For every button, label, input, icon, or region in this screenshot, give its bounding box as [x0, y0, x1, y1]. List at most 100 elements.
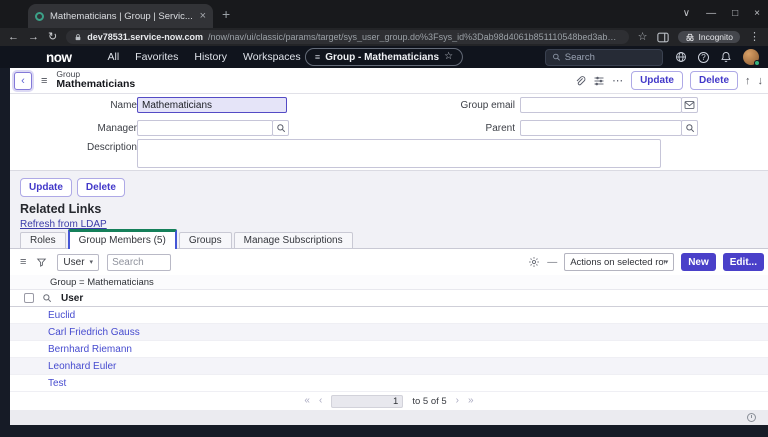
tab-manage-subscriptions[interactable]: Manage Subscriptions: [233, 232, 353, 249]
context-pill[interactable]: ≡ Group - Mathematicians ☆: [304, 48, 464, 66]
delete-button-bottom[interactable]: Delete: [76, 178, 125, 197]
window-maximize-icon[interactable]: □: [732, 9, 738, 19]
user-link[interactable]: Leonhard Euler: [48, 361, 116, 372]
pill-star-icon[interactable]: ☆: [444, 52, 453, 62]
global-search-input[interactable]: [564, 51, 656, 63]
side-panel-icon[interactable]: [656, 32, 669, 43]
nav-favorites[interactable]: Favorites: [135, 51, 178, 63]
new-button[interactable]: New: [681, 253, 716, 271]
browser-tab[interactable]: Mathematicians | Group | Servic... ×: [28, 4, 213, 28]
servicenow-logo[interactable]: now: [46, 50, 72, 65]
table-row[interactable]: Test: [10, 375, 768, 392]
tab-groups[interactable]: Groups: [178, 232, 232, 249]
list-menu-icon[interactable]: ≡: [20, 256, 26, 268]
search-icon: [276, 124, 285, 133]
browser-tabstrip: Mathematicians | Group | Servic... × + ∨…: [0, 0, 768, 28]
last-page-icon[interactable]: »: [468, 396, 474, 406]
next-record-icon[interactable]: ↓: [758, 75, 764, 87]
delete-button[interactable]: Delete: [689, 71, 738, 90]
window-minimize-icon[interactable]: —: [706, 9, 716, 19]
email-button[interactable]: [681, 97, 698, 113]
actions-dropdown[interactable]: Actions on selected rows... ▾: [564, 253, 675, 271]
form-context-menu-icon[interactable]: ≡: [41, 75, 47, 87]
tab-group-members[interactable]: Group Members (5): [67, 229, 177, 249]
previous-record-icon[interactable]: ↑: [745, 75, 751, 87]
form-footer-section: Update Delete Related Links Refresh from…: [10, 170, 768, 249]
pill-menu-icon[interactable]: ≡: [315, 52, 320, 62]
reload-icon[interactable]: ↻: [48, 31, 57, 43]
help-icon[interactable]: ?: [698, 51, 709, 63]
parent-label: Parent: [485, 123, 515, 134]
column-search-icon[interactable]: [42, 293, 52, 303]
first-page-icon[interactable]: «: [304, 396, 310, 406]
tab-close-icon[interactable]: ×: [200, 10, 206, 22]
breadcrumb[interactable]: Group = Mathematicians: [50, 277, 154, 288]
column-header-user[interactable]: User: [61, 293, 83, 304]
new-tab-button[interactable]: +: [222, 7, 230, 21]
search-icon: [553, 53, 560, 61]
manager-lookup-button[interactable]: [272, 120, 289, 136]
forward-icon[interactable]: →: [28, 31, 39, 43]
page-number-input[interactable]: [331, 394, 404, 408]
table-row[interactable]: Carl Friedrich Gauss: [10, 324, 768, 341]
actions-dropdown-value: Actions on selected rows...: [570, 256, 664, 268]
browser-menu-icon[interactable]: ⋮: [749, 31, 760, 43]
parent-field[interactable]: [520, 120, 682, 136]
nav-all[interactable]: All: [108, 51, 120, 63]
user-avatar[interactable]: [743, 49, 760, 66]
group-email-field[interactable]: [520, 97, 682, 113]
gear-icon[interactable]: [528, 256, 540, 268]
select-all-checkbox[interactable]: [24, 293, 34, 303]
table-row[interactable]: Euclid: [10, 307, 768, 324]
globe-icon[interactable]: [675, 51, 687, 63]
back-button[interactable]: ‹: [14, 71, 32, 90]
window-chevron-icon[interactable]: ∨: [683, 9, 690, 19]
edit-button[interactable]: Edit...: [722, 253, 764, 271]
update-button[interactable]: Update: [631, 71, 683, 90]
content-frame: ‹ ≡ Group Mathematicians ⋯ Update Delete…: [10, 68, 768, 425]
user-link[interactable]: Bernhard Riemann: [48, 344, 132, 355]
table-row[interactable]: Bernhard Riemann: [10, 341, 768, 358]
description-field[interactable]: [137, 139, 661, 168]
member-list: Euclid Carl Friedrich Gauss Bernhard Rie…: [10, 307, 768, 392]
nav-history[interactable]: History: [194, 51, 227, 63]
incognito-label: Incognito: [698, 32, 734, 42]
next-page-icon[interactable]: ›: [456, 396, 459, 406]
field-selector-value: User: [63, 256, 85, 268]
tab-roles[interactable]: Roles: [20, 232, 66, 249]
attachment-paperclip-icon[interactable]: [574, 75, 586, 87]
window-close-icon[interactable]: ×: [754, 9, 760, 19]
parent-lookup-button[interactable]: [681, 120, 698, 136]
incognito-badge: Incognito: [677, 31, 740, 43]
filter-funnel-icon[interactable]: [36, 257, 47, 268]
user-link[interactable]: Carl Friedrich Gauss: [48, 327, 140, 338]
update-button-bottom[interactable]: Update: [20, 178, 72, 197]
response-time-icon[interactable]: [747, 413, 756, 422]
list-breadcrumb-row: Group = Mathematicians: [10, 275, 768, 290]
pagination-range: to 5 of 5: [412, 395, 447, 407]
notifications-bell-icon[interactable]: [720, 51, 732, 63]
user-link[interactable]: Euclid: [48, 310, 75, 321]
back-icon[interactable]: ←: [8, 31, 19, 43]
manager-field[interactable]: [137, 120, 273, 136]
global-search[interactable]: [545, 48, 663, 66]
bookmark-star-icon[interactable]: ☆: [638, 31, 648, 43]
previous-page-icon[interactable]: ‹: [319, 396, 322, 406]
list-search-input[interactable]: [107, 253, 172, 271]
collapse-icon[interactable]: —: [547, 257, 557, 268]
name-field[interactable]: [137, 97, 287, 113]
servicenow-favicon-icon: [35, 11, 44, 21]
table-row[interactable]: Leonhard Euler: [10, 358, 768, 375]
personalize-sliders-icon[interactable]: [593, 75, 605, 87]
manager-label: Manager: [97, 123, 137, 134]
search-field-selector[interactable]: User ▾: [57, 253, 100, 271]
form-header-actions: ⋯ Update Delete ↑ ↓: [574, 71, 768, 90]
more-actions-icon[interactable]: ⋯: [612, 74, 624, 87]
url-host: dev78531.service-now.com: [87, 32, 203, 42]
tab-title: Mathematicians | Group | Servic...: [50, 10, 193, 22]
address-bar[interactable]: dev78531.service-now.com /now/nav/ui/cla…: [66, 30, 629, 44]
lock-icon: [75, 33, 81, 40]
nav-workspaces[interactable]: Workspaces: [243, 51, 301, 63]
user-link[interactable]: Test: [48, 378, 66, 389]
record-form: Name Manager Group email Parent Descript…: [10, 94, 768, 170]
